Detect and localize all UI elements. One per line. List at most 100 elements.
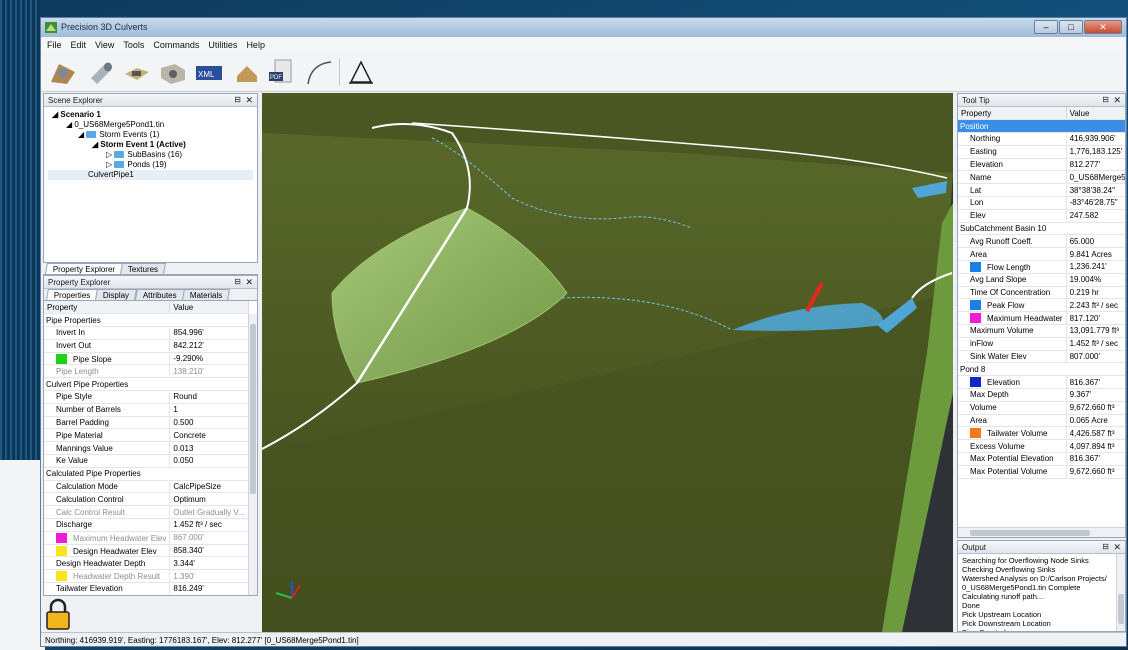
tab-property-explorer[interactable]: Property Explorer — [45, 263, 124, 274]
property-value[interactable]: 2.243 ft³ / sec — [1066, 298, 1125, 313]
pin-icon[interactable]: ⊟ — [1102, 542, 1109, 551]
property-value[interactable]: 1.452 ft³ / sec — [1066, 337, 1125, 351]
category-row[interactable]: SubCatchment Basin 10 — [958, 222, 1125, 236]
property-value[interactable]: Optimum — [169, 492, 249, 507]
property-row[interactable]: Area 0.065 Acre — [958, 414, 1125, 428]
property-row[interactable]: Avg Land Slope 19.004% — [958, 273, 1125, 287]
lock-icon[interactable] — [45, 598, 71, 630]
property-value[interactable]: 9.367' — [1066, 388, 1125, 402]
color-swatch[interactable] — [970, 313, 981, 324]
pdf-export-icon[interactable]: PDF — [267, 58, 295, 86]
property-row[interactable]: Design Headwater Depth 3.344' — [44, 556, 249, 571]
property-value[interactable]: 9,672.660 ft³ — [1066, 465, 1125, 479]
menu-commands[interactable]: Commands — [153, 40, 199, 50]
title-bar[interactable]: Precision 3D Culverts – □ ✕ — [41, 18, 1126, 37]
property-value[interactable]: 817.120' — [1066, 311, 1125, 326]
property-value[interactable]: 0.065 Acre — [1066, 414, 1125, 428]
property-value[interactable]: 0_US68Merge5P... — [1066, 170, 1125, 185]
property-value[interactable]: 0.050 — [169, 454, 249, 468]
color-swatch[interactable] — [970, 300, 981, 311]
3d-viewport[interactable] — [262, 93, 953, 632]
property-row[interactable]: Barrel Padding 0.500 — [44, 416, 249, 430]
tree-item[interactable]: ◢ Storm Event 1 (Active) — [48, 140, 253, 150]
category-row[interactable]: Calculated Pipe Properties — [44, 467, 249, 481]
property-value[interactable]: 858.340' — [169, 544, 249, 558]
property-row[interactable]: Calculation Mode CalcPipeSize — [44, 480, 249, 494]
property-row[interactable]: Ke Value 0.050 — [44, 454, 249, 468]
tab-attributes[interactable]: Attributes — [134, 289, 185, 300]
tree-item[interactable]: ▷ Ponds (19) — [48, 160, 253, 170]
color-swatch[interactable] — [56, 532, 67, 543]
tool-tip-hscrollbar[interactable] — [958, 527, 1125, 537]
property-value[interactable]: 65.000 — [1066, 234, 1125, 249]
property-value[interactable]: 812.277' — [1066, 158, 1125, 172]
property-value[interactable]: 9,672.660 ft³ — [1066, 401, 1125, 415]
import-icon[interactable] — [233, 58, 261, 86]
property-row[interactable]: Elev 247.582 — [958, 209, 1125, 223]
headwall-icon[interactable] — [159, 58, 187, 86]
property-row[interactable]: Discharge 1.452 ft³ / sec — [44, 518, 249, 532]
property-row[interactable]: Lon -83°46'28.75" — [958, 196, 1125, 210]
property-value[interactable]: Concrete — [169, 428, 249, 443]
property-row[interactable]: Headwater Depth Result 1.390' — [44, 569, 249, 584]
tab-properties[interactable]: Properties — [46, 289, 99, 300]
property-row[interactable]: Tailwater Elevation 816.249' — [44, 582, 249, 595]
property-value[interactable]: 1.390' — [169, 569, 249, 584]
property-value[interactable]: 867.000' — [169, 531, 249, 545]
category-row[interactable]: Position — [958, 119, 1125, 134]
property-value[interactable]: 9.841 Acres — [1066, 247, 1125, 262]
property-row[interactable]: Flow Length 1,236.241' — [958, 260, 1125, 274]
property-value[interactable]: -83°46'28.75" — [1066, 196, 1125, 210]
curve-icon[interactable] — [305, 58, 333, 86]
property-row[interactable]: Area 9.841 Acres — [958, 247, 1125, 262]
property-row[interactable]: Pipe Length 138.210' — [44, 364, 249, 379]
pipe-icon[interactable] — [87, 58, 115, 86]
property-value[interactable]: 4,097.894 ft³ — [1066, 439, 1125, 454]
property-value[interactable]: Outlet Gradually V... — [169, 505, 249, 520]
menu-file[interactable]: File — [47, 40, 62, 50]
property-row[interactable]: Peak Flow 2.243 ft³ / sec — [958, 298, 1125, 313]
color-swatch[interactable] — [970, 377, 981, 388]
category-row[interactable]: Pipe Properties — [44, 313, 249, 328]
property-value[interactable]: 816.249' — [169, 582, 249, 595]
category-row[interactable]: Pond 8 — [958, 362, 1125, 377]
close-icon[interactable]: ✕ — [1113, 542, 1121, 553]
tree-item[interactable]: ▷ SubBasins (16) — [48, 150, 253, 160]
property-value[interactable]: 0.500 — [169, 416, 249, 430]
scrollbar-thumb[interactable] — [1118, 594, 1124, 624]
menu-edit[interactable]: Edit — [71, 40, 87, 50]
color-swatch[interactable] — [56, 545, 67, 556]
property-row[interactable]: inFlow 1.452 ft³ / sec — [958, 337, 1125, 351]
color-swatch[interactable] — [970, 261, 981, 272]
minimize-button[interactable]: – — [1034, 20, 1058, 34]
property-row[interactable]: Sink Water Elev 807.000' — [958, 350, 1125, 364]
property-value[interactable]: 816.367' — [1066, 375, 1125, 390]
maximize-button[interactable]: □ — [1059, 20, 1083, 34]
output-scrollbar[interactable] — [1116, 554, 1125, 631]
property-value[interactable]: 3.344' — [169, 556, 249, 571]
property-row[interactable]: Excess Volume 4,097.894 ft³ — [958, 439, 1125, 454]
property-row[interactable]: Pipe Slope -9.290% — [44, 352, 249, 366]
tree-item[interactable]: ◢ Scenario 1 — [48, 110, 253, 120]
property-row[interactable]: Northing 416,939.906' — [958, 132, 1125, 146]
property-value[interactable]: 1,236.241' — [1066, 260, 1125, 274]
property-value[interactable]: 816.367' — [1066, 452, 1125, 466]
property-row[interactable]: Volume 9,672.660 ft³ — [958, 401, 1125, 415]
close-icon[interactable]: ✕ — [245, 95, 253, 106]
property-value[interactable]: 4,426.587 ft³ — [1066, 426, 1125, 441]
category-row[interactable]: Culvert Pipe Properties — [44, 377, 249, 392]
landxml-icon[interactable]: XML — [195, 58, 223, 86]
box-culvert-icon[interactable] — [123, 58, 151, 86]
scrollbar-thumb[interactable] — [250, 324, 256, 494]
property-value[interactable]: 0.013 — [169, 441, 249, 456]
color-swatch[interactable] — [970, 428, 981, 439]
scrollbar-thumb[interactable] — [970, 530, 1090, 536]
menu-view[interactable]: View — [95, 40, 114, 50]
property-row[interactable]: Lat 38°38'38.24" — [958, 183, 1125, 198]
pin-icon[interactable]: ⊟ — [234, 277, 241, 286]
property-value[interactable]: 1.452 ft³ / sec — [169, 518, 249, 532]
color-swatch[interactable] — [56, 571, 67, 582]
close-button[interactable]: ✕ — [1084, 20, 1122, 34]
property-row[interactable]: Avg Runoff Coeff. 65.000 — [958, 234, 1125, 249]
property-value[interactable]: 807.000' — [1066, 350, 1125, 364]
